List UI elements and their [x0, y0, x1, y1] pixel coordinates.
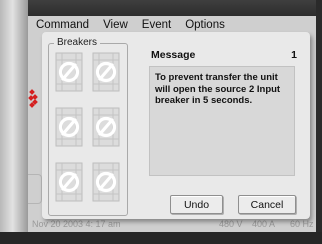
- menu-options[interactable]: Options: [185, 19, 225, 31]
- message-header: Message 1: [149, 49, 303, 63]
- device-bezel-right: [316, 0, 322, 244]
- message-count: 1: [291, 49, 297, 61]
- device-bezel-top: [0, 0, 322, 16]
- menu-view[interactable]: View: [103, 19, 128, 31]
- breaker-open-icon[interactable]: [54, 107, 84, 147]
- menu-event[interactable]: Event: [142, 19, 171, 31]
- status-voltage: 480 V: [219, 219, 243, 229]
- breaker-open-icon[interactable]: [54, 52, 84, 92]
- breaker-open-icon[interactable]: [91, 162, 121, 202]
- message-body: To prevent transfer the unit will open t…: [149, 66, 295, 176]
- display-screen: Command View Event Options Nov 20 2003 4…: [28, 16, 316, 232]
- breaker-open-icon[interactable]: [91, 107, 121, 147]
- menu-command[interactable]: Command: [36, 19, 89, 31]
- status-bar: Nov 20 2003 4: 17 am 480 V 400 A 60 Hz: [28, 219, 316, 232]
- menu-bar: Command View Event Options: [28, 16, 316, 33]
- cancel-button[interactable]: Cancel: [238, 195, 296, 214]
- message-area: Message 1 To prevent transfer the unit w…: [149, 49, 303, 179]
- breakers-group: Breakers: [48, 37, 128, 216]
- status-frequency: 60 Hz: [290, 219, 314, 229]
- status-current: 400 A: [252, 219, 276, 229]
- breakers-group-title: Breakers: [54, 37, 101, 48]
- breaker-open-icon[interactable]: [54, 162, 84, 202]
- status-date: Nov 20 2003 4: 17 am: [32, 219, 121, 229]
- breaker-message-dialog: Breakers Message 1 To prevent transfer t…: [42, 32, 310, 219]
- message-title: Message: [151, 49, 196, 61]
- breaker-open-icon[interactable]: [91, 52, 121, 92]
- device-bezel-left: [0, 0, 28, 244]
- undo-button[interactable]: Undo: [170, 195, 223, 214]
- background-label-box: [28, 174, 42, 204]
- device-bezel-bottom: [0, 232, 322, 244]
- diamond-indicator-icon: [28, 89, 38, 108]
